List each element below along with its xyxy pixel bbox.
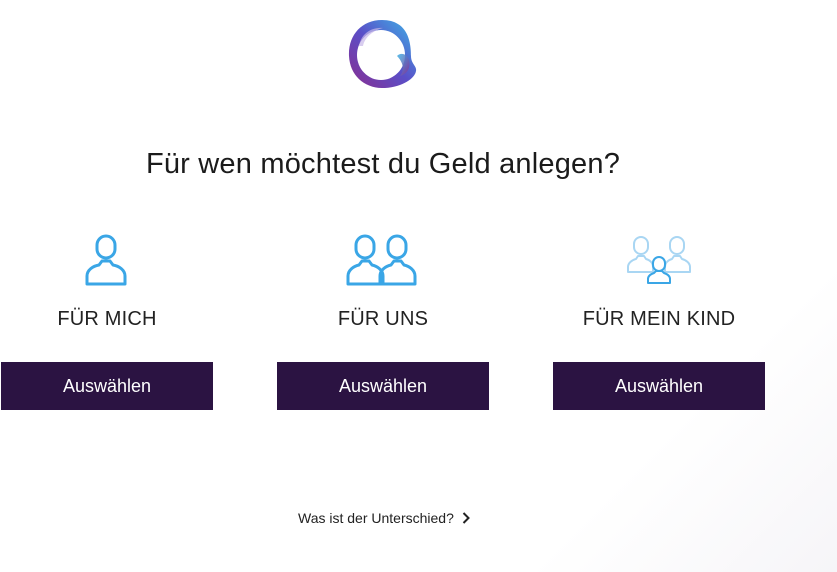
two-persons-icon [346,234,417,286]
select-for-us-button[interactable]: Auswählen [277,362,489,410]
page: Für wen möchtest du Geld anlegen? FÜR MI… [0,0,837,572]
select-for-my-child-button[interactable]: Auswählen [553,362,765,410]
single-person-icon [85,234,127,286]
circle-logo-icon [348,20,417,89]
option-label-for-us: FÜR UNS [337,308,429,330]
difference-link-label: Was ist der Unterschied? [298,510,454,526]
option-for-us: FÜR UNS Auswählen [277,232,489,412]
difference-link[interactable]: Was ist der Unterschied? [298,510,470,526]
option-for-me: FÜR MICH Auswählen [1,232,213,412]
page-title: Für wen möchtest du Geld anlegen? [145,148,621,180]
select-for-me-button[interactable]: Auswählen [1,362,213,410]
option-label-for-me: FÜR MICH [57,308,157,330]
family-icon [627,236,691,284]
chevron-right-icon [462,512,470,524]
option-label-for-my-child: FÜR MEIN KIND [582,308,736,330]
option-for-my-child: FÜR MEIN KIND Auswählen [553,232,765,412]
